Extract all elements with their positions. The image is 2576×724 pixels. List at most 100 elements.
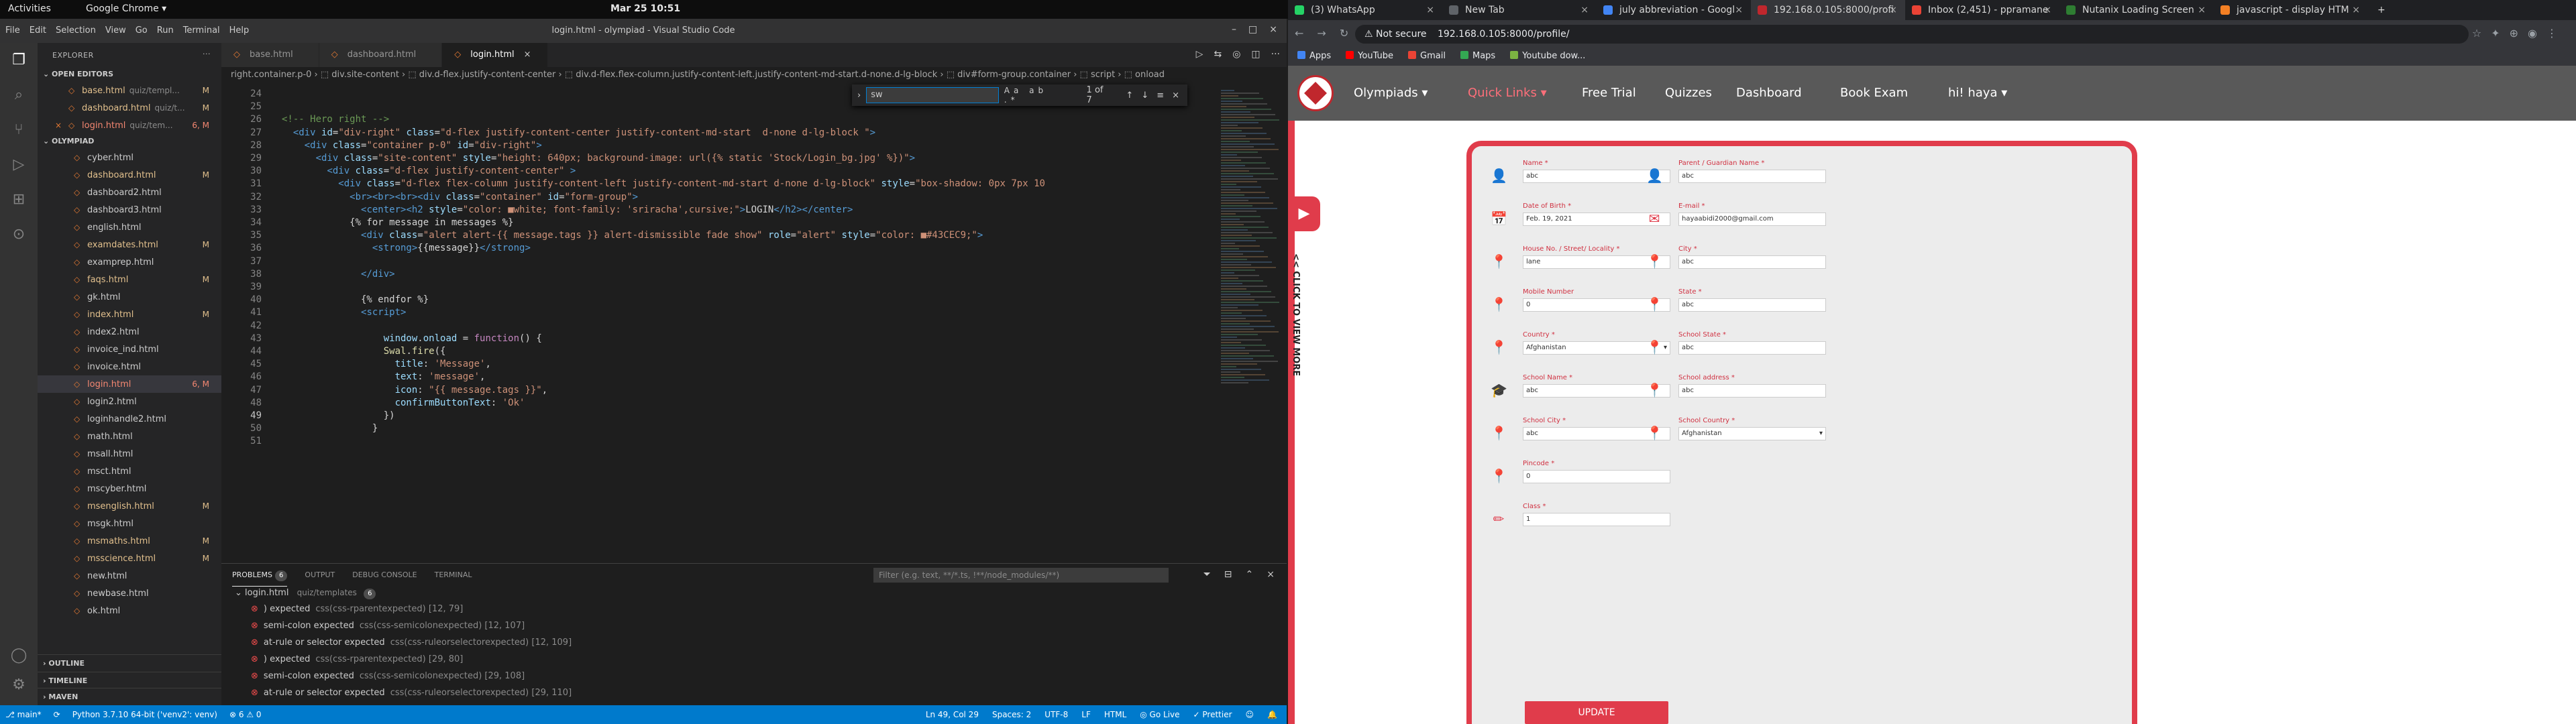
- forward-icon[interactable]: →: [1317, 27, 1339, 40]
- code-line[interactable]: {% for message in messages %}: [282, 217, 513, 228]
- file-tree-item[interactable]: ◇ dashboard.html M: [38, 166, 221, 184]
- code-line[interactable]: window.onload = function() {: [282, 333, 542, 344]
- app-menu[interactable]: Google Chrome ▾: [86, 3, 166, 14]
- file-tree-item[interactable]: ◇ login2.html: [38, 393, 221, 410]
- code-line[interactable]: icon: "{{ message.tags }}",: [282, 385, 548, 396]
- file-tree-item[interactable]: ◇ ok.html: [38, 602, 221, 619]
- maven-section[interactable]: › MAVEN: [38, 688, 221, 705]
- search-icon[interactable]: ⌕: [9, 86, 28, 105]
- code-line[interactable]: <center><h2 style="color: ■white; font-f…: [282, 204, 853, 215]
- problem-item[interactable]: ⊗ semi-colon expected css(css-semicolonexp…: [251, 621, 525, 631]
- notifications-icon[interactable]: 🔔: [1267, 705, 1277, 724]
- code-line[interactable]: {% endfor %}: [282, 294, 429, 305]
- update-button[interactable]: UPDATE: [1525, 701, 1668, 724]
- file-tree-item[interactable]: ◇ msscience.html M: [38, 550, 221, 567]
- browser-tab[interactable]: (3) WhatsApp ×: [1288, 0, 1442, 20]
- code-line[interactable]: <div class="container p-0" id="div-right…: [282, 140, 542, 151]
- file-tree-item[interactable]: ◇ examdates.html M: [38, 236, 221, 253]
- file-tree-item[interactable]: ◇ gk.html: [38, 288, 221, 306]
- account-icon[interactable]: ◯: [9, 646, 28, 665]
- open-editor-item[interactable]: ◇ base.html quiz/templ... M: [38, 82, 221, 99]
- bookmark-item[interactable]: Gmail: [1408, 47, 1446, 66]
- file-tree-item[interactable]: ◇ cyber.html: [38, 149, 221, 166]
- select-field[interactable]: Afghanistan: [1678, 427, 1826, 440]
- nav-link[interactable]: Quizzes: [1665, 86, 1712, 100]
- breadcrumb[interactable]: right.container.p-0 › ⬚ div.site-content…: [221, 67, 1287, 83]
- click-to-view-more[interactable]: << CLICK TO VIEW MORE: [1291, 253, 1301, 376]
- sync-icon[interactable]: ⟳: [54, 705, 60, 724]
- code-line[interactable]: <script>: [282, 307, 406, 318]
- browser-tab[interactable]: july abbreviation - Googl ×: [1597, 0, 1751, 20]
- code-line[interactable]: <div class="d-flex flex-column justify-c…: [282, 178, 1045, 189]
- maximize-panel-icon[interactable]: ⌃: [1246, 569, 1254, 580]
- browser-tab[interactable]: New Tab ×: [1442, 0, 1597, 20]
- prettier-status[interactable]: ✓ Prettier: [1193, 705, 1232, 724]
- puzzle-icon[interactable]: ⊕: [2510, 27, 2528, 40]
- eol-status[interactable]: LF: [1081, 705, 1091, 724]
- go-live-icon[interactable]: ◎: [1232, 49, 1240, 60]
- file-tree-item[interactable]: ◇ invoice.html: [38, 358, 221, 375]
- more-icon[interactable]: ···: [1271, 49, 1280, 60]
- back-icon[interactable]: ←: [1295, 27, 1317, 40]
- code-line[interactable]: </div>: [282, 269, 395, 280]
- open-editor-item[interactable]: × ◇ login.html quiz/tem... 6, M: [38, 117, 221, 134]
- editor-tab-base[interactable]: ◇ base.html: [221, 43, 319, 67]
- run-icon[interactable]: ▷: [1196, 49, 1203, 60]
- panel-tab-problems[interactable]: PROBLEMS 6: [232, 564, 288, 587]
- bookmark-item[interactable]: Apps: [1297, 47, 1331, 66]
- file-tree-item[interactable]: ◇ invoice_ind.html: [38, 341, 221, 358]
- chrome-menu-icon[interactable]: ⋮: [2546, 27, 2567, 40]
- bookmark-item[interactable]: Maps: [1460, 47, 1495, 66]
- file-tree-item[interactable]: ◇ dashboard3.html: [38, 201, 221, 219]
- extension-icon[interactable]: ✦: [2491, 27, 2509, 40]
- code-line[interactable]: <strong>{{message}}</strong>: [282, 243, 531, 253]
- activities-button[interactable]: Activities: [8, 3, 51, 14]
- timeline-section[interactable]: › TIMELINE: [38, 672, 221, 689]
- editor-tab-dashboard[interactable]: ◇ dashboard.html: [319, 43, 443, 67]
- file-tree-item[interactable]: ◇ loginhandle2.html: [38, 410, 221, 428]
- filter-icon[interactable]: ⏷: [1203, 569, 1211, 580]
- text-input[interactable]: 1: [1523, 513, 1670, 526]
- explorer-icon[interactable]: ❐: [9, 51, 28, 70]
- editor-tab-login[interactable]: ◇ login.html ×: [442, 43, 548, 67]
- nav-link[interactable]: Book Exam: [1840, 86, 1908, 100]
- bookmark-item[interactable]: Youtube dow...: [1510, 47, 1585, 66]
- python-interpreter[interactable]: Python 3.7.10 64-bit ('venv2': venv): [72, 705, 217, 724]
- project-section[interactable]: ⌄ OLYMPIAD: [38, 134, 221, 149]
- code-line[interactable]: <div class="site-content" style="height:…: [282, 153, 916, 164]
- text-input[interactable]: abc: [1678, 341, 1826, 355]
- problem-item[interactable]: ⊗) expected css(css-rparentexpected) [29,…: [251, 654, 463, 664]
- browser-tab[interactable]: Nutanix Loading Screen ×: [2059, 0, 2214, 20]
- code-line[interactable]: }): [282, 410, 395, 421]
- compare-icon[interactable]: ⇆: [1214, 49, 1222, 60]
- open-editors-section[interactable]: ⌄ OPEN EDITORS: [38, 67, 221, 82]
- extensions-icon[interactable]: ⊞: [9, 190, 28, 209]
- file-tree-item[interactable]: ◇ math.html: [38, 428, 221, 445]
- encoding-status[interactable]: UTF-8: [1044, 705, 1068, 724]
- branch-status[interactable]: ⎇ main*: [5, 705, 42, 724]
- browser-tab[interactable]: 192.168.0.105:8000/profi ×: [1751, 0, 1905, 20]
- file-tree-item[interactable]: ◇ faqs.html M: [38, 271, 221, 288]
- file-tree-item[interactable]: ◇ mscyber.html: [38, 480, 221, 497]
- code-line[interactable]: <div class="alert alert-{{ message.tags …: [282, 230, 983, 241]
- code-line[interactable]: Swal.fire({: [282, 346, 446, 357]
- file-tree-item[interactable]: ◇ index2.html: [38, 323, 221, 341]
- go-live-status[interactable]: ◎ Go Live: [1140, 705, 1179, 724]
- file-tree-item[interactable]: ◇ login.html 6, M: [38, 375, 221, 393]
- code-line[interactable]: <br><br><br><div class="container" id="f…: [282, 192, 638, 202]
- text-input[interactable]: abc: [1678, 255, 1826, 269]
- text-input[interactable]: hayaabidi2000@gmail.com: [1678, 213, 1826, 226]
- open-editor-item[interactable]: ◇ dashboard.html quiz/t... M: [38, 99, 221, 117]
- code-line[interactable]: <!-- Hero right -->: [282, 114, 389, 125]
- nav-link[interactable]: Free Trial: [1582, 86, 1636, 100]
- problems-status[interactable]: ⊗ 6 ⚠ 0: [229, 705, 262, 724]
- indentation-status[interactable]: Spaces: 2: [992, 705, 1031, 724]
- text-input[interactable]: abc: [1678, 384, 1826, 398]
- tab-close-icon[interactable]: ×: [1735, 0, 1743, 20]
- file-tree-item[interactable]: ◇ msenglish.html M: [38, 497, 221, 515]
- file-tree-item[interactable]: ◇ index.html M: [38, 306, 221, 323]
- file-tree-item[interactable]: ◇ newbase.html: [38, 585, 221, 602]
- address-bar[interactable]: ⚠ Not secure 192.168.0.105:8000/profile/: [1355, 25, 2469, 44]
- browser-tab[interactable]: Inbox (2,451) - ppramane ×: [1905, 0, 2059, 20]
- split-editor-icon[interactable]: ◫: [1251, 49, 1260, 60]
